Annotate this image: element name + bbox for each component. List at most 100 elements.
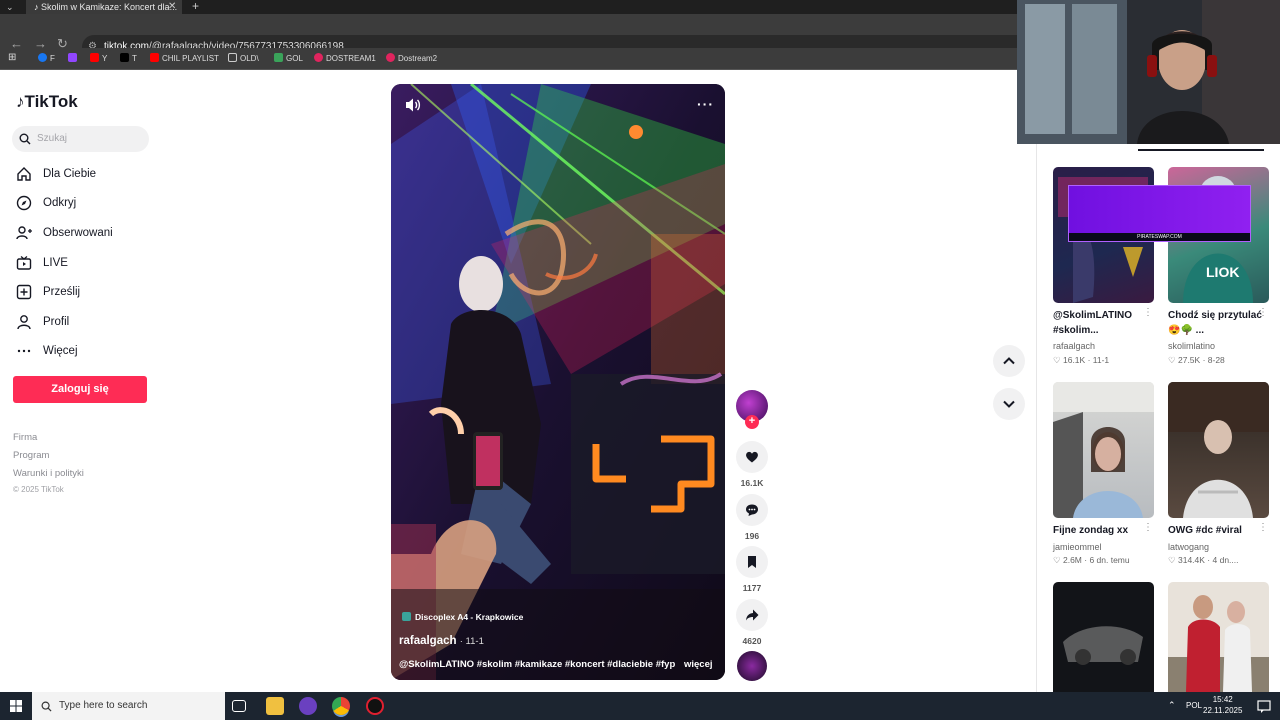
- thumbnail-image: [1063, 626, 1143, 665]
- chevron-up-icon: [1003, 357, 1015, 365]
- following-icon: [16, 226, 32, 240]
- thumbnail-image: [1053, 382, 1154, 518]
- bookmark-y[interactable]: Y: [90, 53, 107, 63]
- related-tab-indicator: [1138, 149, 1264, 151]
- close-tab-icon[interactable]: ✕: [168, 0, 176, 14]
- thumbnail-image: [1168, 382, 1269, 518]
- related-stats: ♡ 2.6M · 6 dn. temu: [1053, 555, 1130, 565]
- heart-outline-icon: ♡: [1053, 555, 1063, 565]
- save-count: 1177: [742, 583, 762, 593]
- file-explorer-icon[interactable]: [266, 697, 284, 715]
- heart-outline-icon: ♡: [1053, 355, 1063, 365]
- comment-count: 196: [744, 531, 760, 541]
- share-button[interactable]: [736, 599, 768, 631]
- profile-icon: [17, 315, 31, 330]
- tray-chevron-up-icon[interactable]: ⌃: [1168, 700, 1176, 711]
- related-options-icon[interactable]: ⋮: [1143, 307, 1153, 318]
- tab-search-icon[interactable]: ⌄: [6, 0, 14, 14]
- related-stats: ♡ 314.4K · 4 dn....: [1168, 555, 1239, 565]
- related-author[interactable]: jamieommel: [1053, 542, 1102, 552]
- video-player[interactable]: [391, 84, 725, 680]
- language-indicator[interactable]: POL: [1186, 701, 1202, 710]
- volume-icon[interactable]: [404, 97, 422, 113]
- related-options-icon[interactable]: ⋮: [1258, 522, 1268, 533]
- related-divider: [1036, 144, 1037, 692]
- related-author[interactable]: skolimlatino: [1168, 341, 1215, 351]
- like-button[interactable]: [736, 441, 768, 473]
- heart-outline-icon: ♡: [1168, 555, 1178, 565]
- more-icon: [17, 349, 31, 353]
- ad-banner[interactable]: PIRATESWAP.COM: [1068, 185, 1251, 242]
- video-date: · 11-1: [459, 636, 484, 647]
- related-title[interactable]: OWG #dc #viral: [1168, 523, 1264, 538]
- related-title[interactable]: Fijne zondag xx: [1053, 523, 1149, 538]
- heart-outline-icon: ♡: [1168, 355, 1178, 365]
- app-icon[interactable]: [299, 697, 317, 715]
- video-author[interactable]: rafaalgach · 11-1: [399, 635, 484, 647]
- bookmark-chil-playlist[interactable]: CHIL PLAYLIST: [150, 53, 219, 63]
- comment-icon: [746, 504, 758, 516]
- video-location[interactable]: Discoplex A4 - Krapkowice: [402, 612, 523, 622]
- webcam-overlay: [1017, 0, 1280, 144]
- svg-text:LIOK: LIOK: [1206, 264, 1239, 280]
- footer-link-firma[interactable]: Firma: [13, 432, 37, 443]
- heart-icon: [746, 451, 758, 463]
- search-icon: [41, 701, 52, 712]
- follow-plus-icon[interactable]: +: [745, 415, 759, 429]
- taskbar-search-input[interactable]: Type here to search: [32, 692, 225, 720]
- related-options-icon[interactable]: ⋮: [1143, 522, 1153, 533]
- bookmark-t[interactable]: T: [120, 53, 137, 63]
- bookmark-dostream2[interactable]: Dostream2: [386, 53, 437, 63]
- notification-icon[interactable]: [1257, 700, 1271, 713]
- related-stats: ♡ 27.5K · 8-28: [1168, 355, 1225, 365]
- search-input[interactable]: Szukaj: [12, 126, 149, 152]
- video-frame: [391, 84, 725, 680]
- video-options-icon[interactable]: ···: [697, 96, 714, 112]
- taskbar-clock[interactable]: 15:42 22.11.2025: [1203, 694, 1242, 716]
- related-video-thumbnail[interactable]: [1168, 582, 1269, 692]
- save-button[interactable]: [736, 546, 768, 578]
- bookmark-twitch[interactable]: [68, 53, 80, 63]
- bookmark-dostream1[interactable]: DOSTREAM1: [314, 53, 376, 63]
- comment-button[interactable]: [736, 494, 768, 526]
- related-author[interactable]: latwogang: [1168, 542, 1209, 552]
- bookmark-folder-old[interactable]: OLD\: [228, 53, 259, 63]
- bookmark-f[interactable]: F: [38, 53, 55, 63]
- compass-icon: [16, 195, 32, 211]
- new-tab-icon[interactable]: +: [192, 0, 199, 13]
- ad-banner-text: PIRATESWAP.COM: [1069, 233, 1250, 241]
- search-icon: [19, 133, 31, 145]
- footer-link-program[interactable]: Program: [13, 450, 49, 461]
- related-video-thumbnail[interactable]: [1053, 582, 1154, 692]
- tiktok-logo[interactable]: ♪TikTok: [16, 91, 78, 112]
- browser-tab[interactable]: ♪ Skolim w Kamikaze: Koncert dla...: [26, 0, 182, 14]
- related-options-icon[interactable]: ⋮: [1258, 307, 1268, 318]
- chevron-down-icon: [1003, 400, 1015, 408]
- related-author[interactable]: rafaalgach: [1053, 341, 1095, 351]
- previous-video-button[interactable]: [993, 345, 1025, 377]
- related-video-thumbnail[interactable]: [1168, 382, 1269, 518]
- live-icon: [16, 256, 32, 270]
- login-button[interactable]: Zaloguj się: [13, 376, 147, 403]
- related-stats: ♡ 16.1K · 11-1: [1053, 355, 1110, 365]
- like-count: 16.1K: [740, 478, 764, 488]
- task-view-icon[interactable]: [232, 700, 246, 712]
- thumbnail-image: [1168, 595, 1269, 692]
- obs-icon[interactable]: [366, 697, 384, 715]
- webcam-feed: [1017, 0, 1280, 144]
- next-video-button[interactable]: [993, 388, 1025, 420]
- footer-link-terms[interactable]: Warunki i polityki: [13, 468, 84, 479]
- music-disc-icon[interactable]: [737, 651, 767, 681]
- related-video-thumbnail[interactable]: [1053, 382, 1154, 518]
- video-caption[interactable]: @SkolimLATINO #skolim #kamikaze #koncert…: [399, 659, 675, 670]
- tab-title: Skolim w Kamikaze: Koncert dla...: [41, 2, 178, 12]
- location-icon: [402, 612, 411, 621]
- chrome-icon[interactable]: [332, 697, 350, 715]
- windows-start-icon[interactable]: [10, 700, 22, 712]
- caption-more-link[interactable]: więcej: [684, 659, 713, 670]
- upload-icon: [16, 284, 32, 300]
- related-title[interactable]: @SkolimLATINO #skolim...: [1053, 308, 1149, 338]
- bookmark-gol[interactable]: GOL: [274, 53, 303, 63]
- apps-icon[interactable]: ⊞: [8, 52, 16, 63]
- related-title[interactable]: Chodź się przytulać 😍🌳 ...: [1168, 308, 1264, 338]
